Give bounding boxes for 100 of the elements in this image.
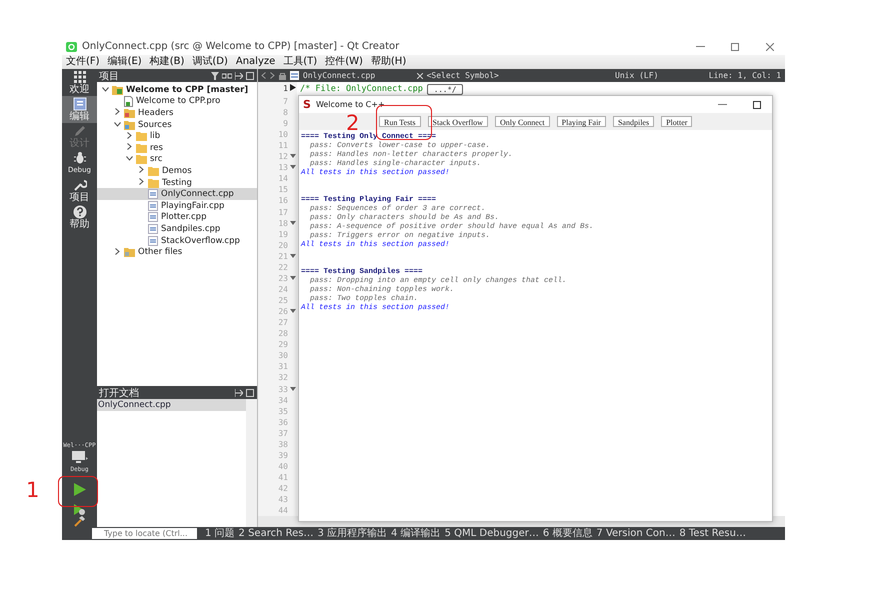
line-number: 25 bbox=[277, 296, 288, 306]
test-button[interactable]: Only Connect bbox=[494, 116, 550, 127]
file-name[interactable]: OnlyConnect.cpp bbox=[302, 71, 413, 80]
line-number: 1 bbox=[282, 84, 288, 94]
split-icon[interactable] bbox=[235, 388, 243, 396]
symbol-selector[interactable]: <Select Symbol> bbox=[426, 71, 612, 80]
window-title: OnlyConnect.cpp (src @ Welcome to CPP) [master] - Qt Creator bbox=[82, 41, 400, 52]
line-number: 28 bbox=[277, 329, 288, 338]
output-tab[interactable]: 8 Test Resu… bbox=[677, 527, 748, 540]
line-number: 29 bbox=[277, 340, 288, 350]
monitor-icon[interactable] bbox=[72, 451, 88, 464]
output-tab[interactable]: 5 QML Debugger… bbox=[442, 527, 541, 540]
line-number: 33 bbox=[277, 384, 288, 394]
tree-item[interactable]: Plotter.cpp bbox=[97, 212, 257, 224]
tree-item[interactable]: Testing bbox=[97, 176, 257, 188]
filter-icon[interactable] bbox=[211, 72, 219, 80]
close-panel-icon[interactable] bbox=[246, 72, 254, 80]
locate-field[interactable]: Type to locate (Ctrl... bbox=[92, 528, 197, 539]
line-number: 40 bbox=[277, 462, 288, 471]
line-number: 19 bbox=[277, 230, 288, 239]
minimize-icon[interactable] bbox=[696, 46, 704, 47]
tree-item[interactable]: Other files bbox=[97, 246, 257, 258]
panel-title: 打开文档 bbox=[99, 386, 139, 400]
link-icon[interactable] bbox=[222, 72, 232, 80]
line-number: 22 bbox=[277, 262, 288, 272]
cpp-file-icon bbox=[148, 200, 158, 211]
output-tab[interactable]: 4 编译输出 bbox=[389, 527, 443, 540]
tree-item[interactable]: src bbox=[97, 154, 257, 166]
tree-item[interactable]: Welcome to CPP [master] bbox=[97, 84, 257, 96]
tree-item[interactable]: Headers bbox=[97, 107, 257, 119]
split-icon[interactable] bbox=[235, 72, 243, 80]
line-number: 43 bbox=[277, 495, 288, 504]
line-ending-selector[interactable]: Unix (LF) bbox=[615, 71, 705, 80]
line-number: 37 bbox=[277, 428, 288, 438]
menu-item[interactable]: 文件(F) bbox=[62, 55, 104, 69]
menu-item[interactable]: 帮助(H) bbox=[366, 55, 410, 69]
project-folder-icon bbox=[112, 84, 123, 95]
bug-icon bbox=[72, 151, 86, 165]
close-icon[interactable] bbox=[416, 72, 423, 78]
test-button[interactable]: Stack Overflow bbox=[428, 116, 488, 127]
test-button[interactable]: Plotter bbox=[661, 116, 692, 127]
folder-icon bbox=[136, 131, 147, 142]
menu-item[interactable]: 工具(T) bbox=[279, 55, 322, 69]
tree-item[interactable]: Sources bbox=[97, 118, 257, 130]
minimize-icon[interactable] bbox=[718, 104, 726, 105]
line-number: 31 bbox=[277, 362, 288, 372]
close-icon[interactable] bbox=[766, 42, 774, 50]
forward-icon[interactable] bbox=[270, 72, 275, 79]
maximize-icon[interactable] bbox=[753, 100, 761, 108]
tree-item[interactable]: lib bbox=[97, 130, 257, 142]
tree-item[interactable]: res bbox=[97, 142, 257, 154]
hammer-icon[interactable] bbox=[74, 516, 85, 526]
document-item[interactable]: OnlyConnect.cpp bbox=[97, 399, 246, 411]
output-tab[interactable]: 2 Search Res… bbox=[236, 527, 316, 540]
line-number: 32 bbox=[277, 373, 288, 382]
mode-button[interactable]: 项目 bbox=[62, 177, 97, 204]
step-number: 2 bbox=[346, 112, 360, 134]
output-tab[interactable]: 3 应用程序输出 bbox=[315, 527, 390, 540]
window-title: Welcome to C++ bbox=[316, 100, 385, 109]
tree-item[interactable]: Demos bbox=[97, 165, 257, 177]
test-button[interactable]: Run Tests bbox=[379, 116, 421, 127]
help-icon bbox=[72, 205, 86, 219]
file-icon bbox=[124, 96, 133, 107]
back-icon[interactable] bbox=[261, 72, 266, 79]
mode-button[interactable]: 帮助 bbox=[62, 204, 97, 231]
debug-run-icon[interactable] bbox=[74, 504, 85, 514]
lock-icon bbox=[278, 72, 286, 80]
menu-item[interactable]: Analyze bbox=[232, 55, 280, 69]
tree-item[interactable]: Sandpiles.cpp bbox=[97, 223, 257, 235]
folder-icon bbox=[148, 166, 159, 176]
menu-item[interactable]: 调试(D) bbox=[188, 55, 232, 69]
line-number: 35 bbox=[277, 406, 288, 416]
tree-item[interactable]: StackOverflow.cpp bbox=[97, 234, 257, 246]
output-tab[interactable]: 1 问题 bbox=[203, 527, 237, 540]
document-icon bbox=[72, 97, 86, 111]
scrollbar[interactable] bbox=[246, 399, 257, 527]
menu-item[interactable]: 构建(B) bbox=[146, 55, 188, 69]
line-number: 7 bbox=[282, 96, 288, 106]
highlight-frame bbox=[58, 476, 98, 507]
test-button[interactable]: Sandpiles bbox=[612, 116, 654, 127]
folder-icon bbox=[136, 142, 147, 153]
fold-arrow-icon[interactable] bbox=[290, 84, 296, 92]
line-number: 18 bbox=[277, 218, 288, 228]
test-button[interactable]: Playing Fair bbox=[556, 116, 606, 127]
tree-item[interactable]: Welcome to CPP.pro bbox=[97, 96, 257, 108]
app-logo-icon bbox=[66, 42, 77, 52]
line-number: 39 bbox=[277, 450, 288, 460]
output-tab[interactable]: 7 Version Con… bbox=[594, 527, 678, 540]
line-number: 30 bbox=[277, 351, 288, 360]
tree-item[interactable]: OnlyConnect.cpp bbox=[97, 188, 257, 200]
menu-item[interactable]: 控件(W) bbox=[321, 55, 367, 69]
run-icon[interactable] bbox=[74, 482, 86, 496]
cursor-position: Line: 1, Col: 1 bbox=[708, 71, 782, 80]
step-number: 1 bbox=[26, 479, 40, 501]
mode-button[interactable]: 欢迎 bbox=[62, 69, 97, 96]
mode-button[interactable]: 编辑 bbox=[62, 96, 97, 123]
tree-item[interactable]: PlayingFair.cpp bbox=[97, 200, 257, 212]
output-tab[interactable]: 6 概要信息 bbox=[540, 527, 594, 540]
close-panel-icon[interactable] bbox=[246, 388, 254, 396]
menu-item[interactable]: 编辑(E) bbox=[104, 55, 146, 69]
